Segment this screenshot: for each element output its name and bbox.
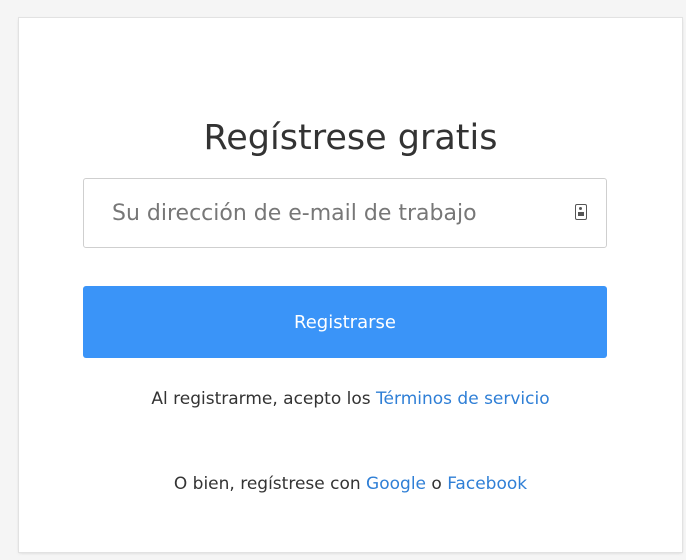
terms-notice: Al registrarme, acepto los Términos de s…	[19, 388, 682, 410]
contact-card-icon[interactable]	[575, 204, 587, 220]
google-signup-link[interactable]: Google	[366, 474, 426, 494]
terms-prefix-text: Al registrarme, acepto los	[151, 389, 377, 409]
signup-card: Regístrese gratis Registrarse Al registr…	[19, 18, 682, 552]
email-input[interactable]	[84, 179, 554, 247]
register-button[interactable]: Registrarse	[83, 286, 607, 358]
email-field-wrapper	[83, 178, 607, 248]
terms-of-service-link[interactable]: Términos de servicio	[376, 389, 550, 409]
page-title: Regístrese gratis	[203, 118, 498, 158]
social-prefix-text: O bien, regístrese con	[173, 474, 367, 494]
facebook-signup-link[interactable]: Facebook	[447, 474, 527, 494]
social-or-text: o	[426, 474, 448, 494]
social-signup-line: O bien, regístrese con Google o Facebook	[19, 473, 682, 495]
